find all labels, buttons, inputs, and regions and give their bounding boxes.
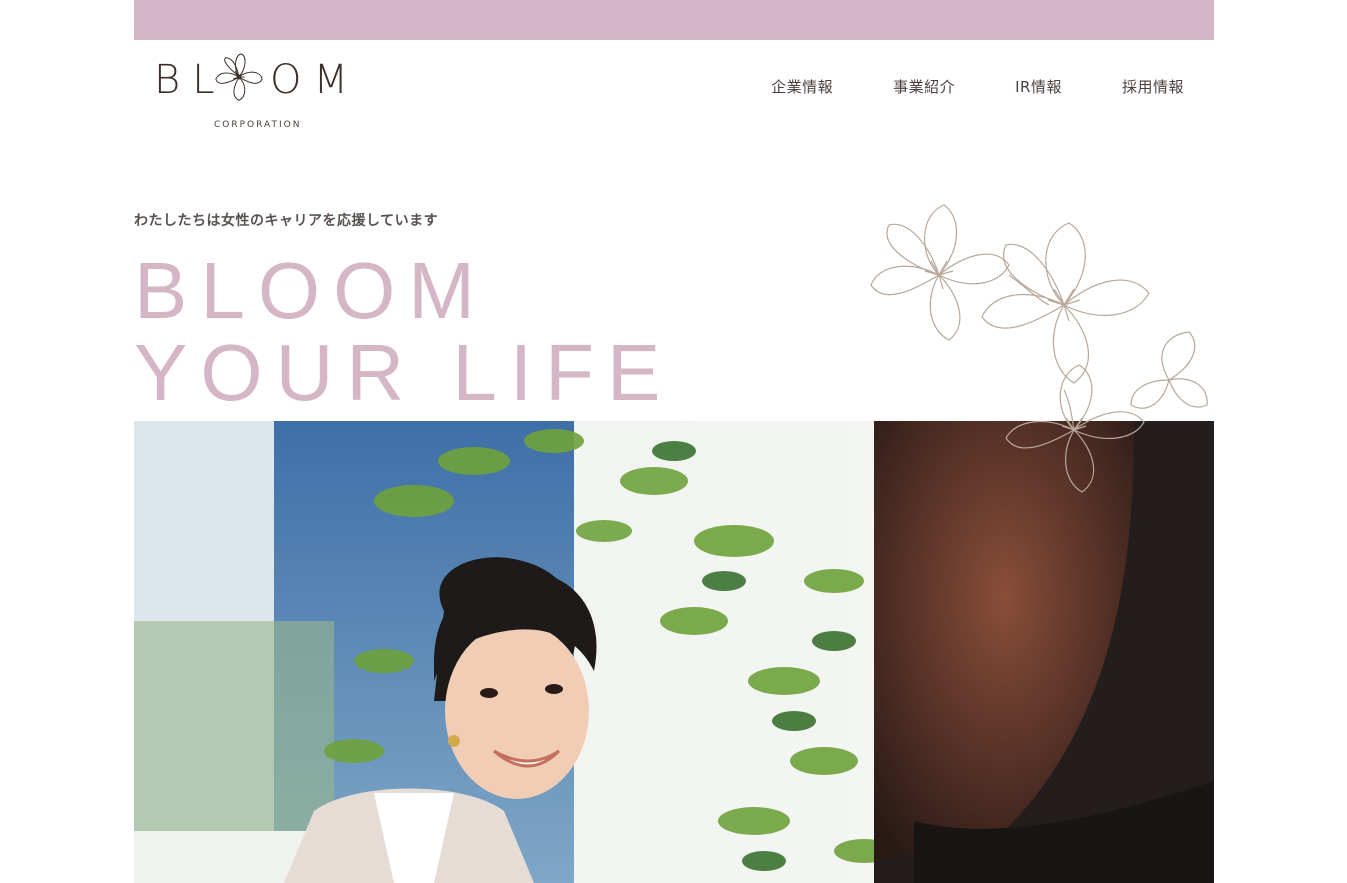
page: BL OM CORPORATION 企業情報 事業紹介 IR情報 採用情報 わた… xyxy=(134,0,1214,883)
hero-title-line-2: YOUR LIFE xyxy=(134,328,674,417)
logo-text-right: OM xyxy=(270,57,360,103)
cherry-blossom-illustration xyxy=(870,204,1208,493)
flower-icon xyxy=(215,53,263,101)
company-logo[interactable]: BL OM CORPORATION xyxy=(154,50,364,130)
hero-title-line-1: BLOOM xyxy=(134,246,488,335)
site-header: BL OM CORPORATION 企業情報 事業紹介 IR情報 採用情報 xyxy=(134,40,1214,140)
hero-title: BLOOM YOUR LIFE xyxy=(134,250,673,414)
logo-subtitle: CORPORATION xyxy=(214,120,302,130)
nav-item-recruit[interactable]: 採用情報 xyxy=(1122,76,1184,97)
hero-tagline: わたしたちは女性のキャリアを応援しています xyxy=(134,213,439,229)
nav-item-business[interactable]: 事業紹介 xyxy=(893,76,955,97)
nav-item-ir[interactable]: IR情報 xyxy=(1015,76,1062,97)
nav-item-company[interactable]: 企業情報 xyxy=(771,76,833,97)
top-accent-bar xyxy=(134,0,1214,40)
global-nav: 企業情報 事業紹介 IR情報 採用情報 xyxy=(771,76,1184,97)
